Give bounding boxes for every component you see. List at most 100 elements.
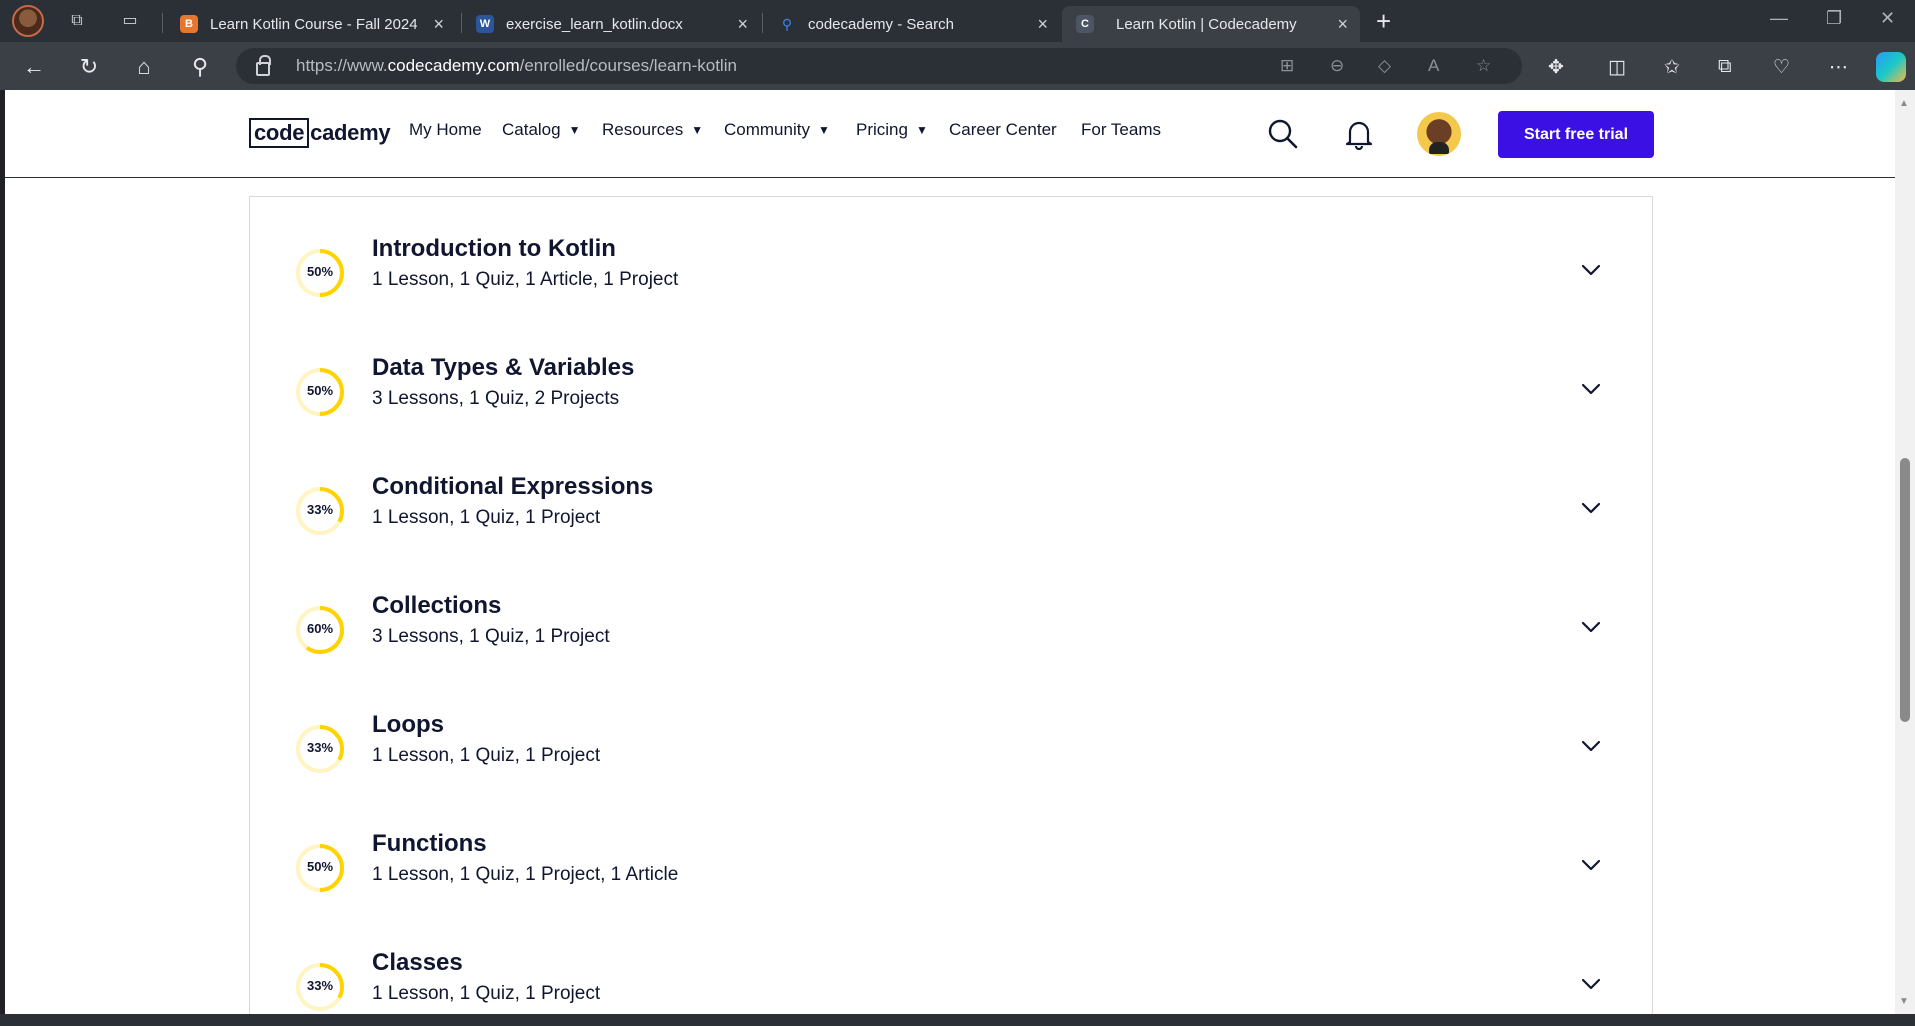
syllabus-module[interactable]: 50% Functions 1 Lesson, 1 Quiz, 1 Project,… <box>250 792 1654 911</box>
nav-my-home[interactable]: My Home <box>409 120 482 140</box>
restore-icon[interactable]: ❐ <box>1826 8 1842 29</box>
web-page: code cademy My Home Catalog ▼ Resources ▼ C… <box>5 90 1895 1014</box>
chevron-down-icon[interactable] <box>1578 971 1604 997</box>
scrollbar-thumb[interactable] <box>1900 458 1910 722</box>
caret-down-icon: ▼ <box>691 123 704 137</box>
search-icon[interactable] <box>1267 118 1299 150</box>
syllabus-module[interactable]: 33% Conditional Expressions 1 Lesson, 1 Qu… <box>250 435 1654 554</box>
window-close-icon[interactable]: ✕ <box>1880 8 1895 29</box>
logo-code: code <box>249 118 310 148</box>
vertical-tabs-icon[interactable]: ▭ <box>119 10 141 32</box>
nav-community[interactable]: Community ▼ <box>724 120 830 140</box>
favorite-star-icon[interactable]: ☆ <box>1476 56 1491 76</box>
collections-icon[interactable]: ⧉ <box>1718 56 1732 78</box>
chevron-down-icon[interactable] <box>1578 495 1604 521</box>
nav-label: Pricing <box>856 120 908 139</box>
search-icon[interactable]: ⚲ <box>188 54 212 80</box>
url-text[interactable]: https://www.codecademy.com/enrolled/cour… <box>296 56 737 76</box>
start-free-trial-button[interactable]: Start free trial <box>1498 111 1654 158</box>
window-bottom-edge <box>0 1014 1915 1026</box>
back-icon[interactable]: ← <box>22 54 46 80</box>
module-title[interactable]: Collections <box>372 592 501 620</box>
nav-for-teams[interactable]: For Teams <box>1081 120 1161 140</box>
progress-ring: 50% <box>294 842 346 894</box>
tab-codecademy-search[interactable]: ⚲ codecademy - Search × <box>764 6 1060 42</box>
module-summary: 1 Lesson, 1 Quiz, 1 Project <box>372 745 601 766</box>
module-title[interactable]: Classes <box>372 949 463 977</box>
coupon-icon[interactable]: ◇ <box>1378 56 1391 76</box>
module-title[interactable]: Conditional Expressions <box>372 473 653 501</box>
close-icon[interactable]: × <box>433 14 444 35</box>
codecademy-logo[interactable]: code cademy <box>249 118 391 148</box>
search-icon: ⚲ <box>781 16 793 32</box>
module-summary: 1 Lesson, 1 Quiz, 1 Article, 1 Project <box>372 269 679 290</box>
profile-avatar[interactable] <box>12 5 44 37</box>
minimize-icon[interactable]: — <box>1770 8 1788 29</box>
progress-ring: 60% <box>294 604 346 656</box>
caret-down-icon: ▼ <box>915 123 928 137</box>
tab-separator <box>162 13 163 33</box>
close-icon[interactable]: × <box>1037 14 1048 35</box>
nav-label: Community <box>724 120 810 139</box>
nav-catalog[interactable]: Catalog ▼ <box>502 120 581 140</box>
chevron-down-icon[interactable] <box>1578 852 1604 878</box>
module-title[interactable]: Loops <box>372 711 444 739</box>
read-aloud-icon[interactable]: A <box>1428 56 1439 76</box>
chevron-down-icon[interactable] <box>1578 733 1604 759</box>
syllabus-module[interactable]: 60% Collections 3 Lessons, 1 Quiz, 1 Proje… <box>250 554 1654 673</box>
lock-icon[interactable] <box>256 55 271 76</box>
tab-exercise-docx[interactable]: W exercise_learn_kotlin.docx × <box>462 6 760 42</box>
progress-percent: 60% <box>306 621 334 636</box>
nav-career-center[interactable]: Career Center <box>949 120 1057 140</box>
favorites-icon[interactable]: ✩ <box>1664 56 1680 79</box>
module-summary: 1 Lesson, 1 Quiz, 1 Project <box>372 507 601 528</box>
chevron-down-icon[interactable] <box>1578 257 1604 283</box>
module-summary: 3 Lessons, 1 Quiz, 2 Projects <box>372 388 620 409</box>
more-options-icon[interactable]: ⋯ <box>1829 56 1848 79</box>
word-icon: W <box>476 15 494 33</box>
home-icon[interactable]: ⌂ <box>132 54 156 80</box>
module-title[interactable]: Data Types & Variables <box>372 354 634 382</box>
progress-percent: 33% <box>306 502 334 517</box>
refresh-icon[interactable]: ↻ <box>77 54 101 80</box>
progress-ring: 50% <box>294 247 346 299</box>
codecademy-icon: C <box>1076 15 1094 33</box>
syllabus-module[interactable]: 33% Loops 1 Lesson, 1 Quiz, 1 Project <box>250 673 1654 792</box>
scroll-down-icon[interactable]: ▼ <box>1899 996 1909 1007</box>
notification-bell-icon[interactable] <box>1345 118 1373 150</box>
browser-essentials-icon[interactable]: ♡ <box>1773 56 1790 79</box>
course-syllabus: 50% Introduction to Kotlin 1 Lesson, 1 Qui… <box>249 196 1653 1014</box>
syllabus-module[interactable]: 50% Data Types & Variables 3 Lessons, 1 Qu… <box>250 316 1654 435</box>
app-available-icon[interactable]: ⊞ <box>1280 56 1294 76</box>
progress-percent: 50% <box>306 859 334 874</box>
tab-learn-kotlin-codecademy[interactable]: C Learn Kotlin | Codecademy × <box>1062 6 1360 42</box>
browser-toolbar: ← ↻ ⌂ ⚲ https://www.codecademy.com/enrol… <box>0 42 1915 90</box>
progress-ring: 33% <box>294 723 346 775</box>
new-tab-icon[interactable]: + <box>1376 6 1391 37</box>
scroll-up-icon[interactable]: ▲ <box>1899 98 1909 109</box>
progress-percent: 50% <box>306 383 334 398</box>
address-bar[interactable]: https://www.codecademy.com/enrolled/cour… <box>236 48 1522 84</box>
syllabus-module[interactable]: 33% Classes 1 Lesson, 1 Quiz, 1 Project <box>250 911 1654 1014</box>
split-screen-icon[interactable]: ◫ <box>1608 56 1626 79</box>
zoom-out-icon[interactable]: ⊖ <box>1330 56 1344 76</box>
site-header: code cademy My Home Catalog ▼ Resources ▼ C… <box>5 90 1895 178</box>
workspaces-icon[interactable]: ⧉ <box>66 10 88 32</box>
chevron-down-icon[interactable] <box>1578 614 1604 640</box>
user-avatar[interactable] <box>1417 112 1461 156</box>
close-icon[interactable]: × <box>1337 14 1348 35</box>
logo-rest: cademy <box>310 120 391 145</box>
close-icon[interactable]: × <box>737 14 748 35</box>
tab-learn-kotlin-course[interactable]: B Learn Kotlin Course - Fall 2024 Cl × <box>166 6 456 42</box>
nav-label: Career Center <box>949 120 1057 139</box>
chevron-down-icon[interactable] <box>1578 376 1604 402</box>
module-title[interactable]: Introduction to Kotlin <box>372 235 616 263</box>
nav-pricing[interactable]: Pricing ▼ <box>856 120 928 140</box>
tab-title: codecademy - Search <box>808 15 954 33</box>
copilot-icon[interactable] <box>1876 52 1906 82</box>
nav-resources[interactable]: Resources ▼ <box>602 120 703 140</box>
module-title[interactable]: Functions <box>372 830 487 858</box>
syllabus-module[interactable]: 50% Introduction to Kotlin 1 Lesson, 1 Qui… <box>250 197 1654 316</box>
extensions-icon[interactable]: ✥ <box>1548 56 1564 79</box>
progress-percent: 50% <box>306 264 334 279</box>
